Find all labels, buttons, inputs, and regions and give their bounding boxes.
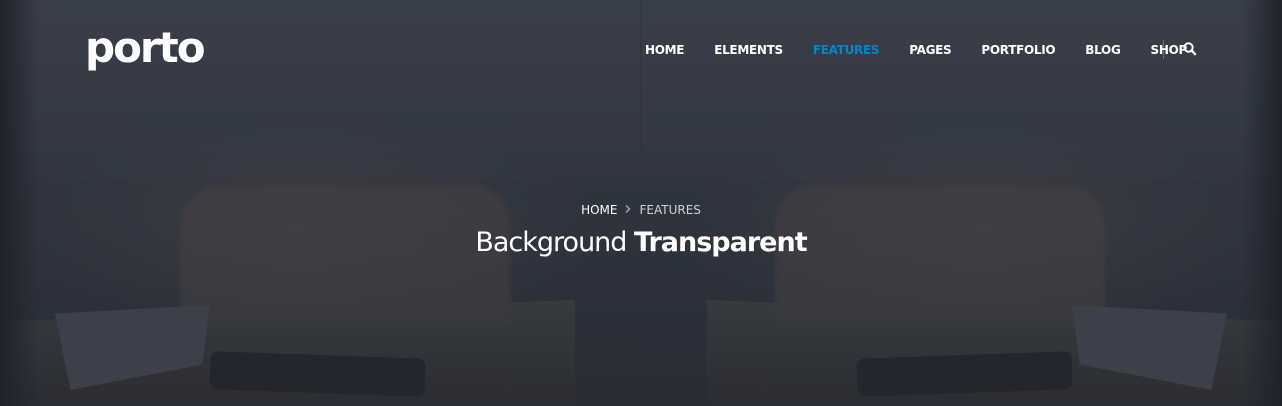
page-header: HOME FEATURES Background Transparent <box>0 200 1282 260</box>
main-nav: HOME ELEMENTS FEATURES PAGES PORTFOLIO B… <box>630 40 1202 60</box>
nav-item-blog[interactable]: BLOG <box>1070 40 1135 60</box>
nav-item-elements[interactable]: ELEMENTS <box>699 40 798 60</box>
page-title: Background Transparent <box>0 226 1282 260</box>
search-icon <box>1183 42 1197 56</box>
nav-item-home[interactable]: HOME <box>630 40 699 60</box>
page-title-bold: Transparent <box>634 227 808 258</box>
nav-divider <box>1163 40 1164 59</box>
search-button[interactable] <box>1182 40 1198 58</box>
nav-item-features[interactable]: FEATURES <box>798 40 894 60</box>
site-header: porto HOME ELEMENTS FEATURES PAGES PORTF… <box>0 0 1282 98</box>
logo[interactable]: porto <box>85 23 206 73</box>
breadcrumb-home[interactable]: HOME <box>581 203 617 217</box>
breadcrumb-current: FEATURES <box>639 203 701 217</box>
page-title-light: Background <box>475 227 627 258</box>
chevron-right-icon <box>625 204 632 216</box>
breadcrumb: HOME FEATURES <box>0 200 1282 220</box>
nav-item-portfolio[interactable]: PORTFOLIO <box>966 40 1070 60</box>
nav-item-pages[interactable]: PAGES <box>894 40 966 60</box>
